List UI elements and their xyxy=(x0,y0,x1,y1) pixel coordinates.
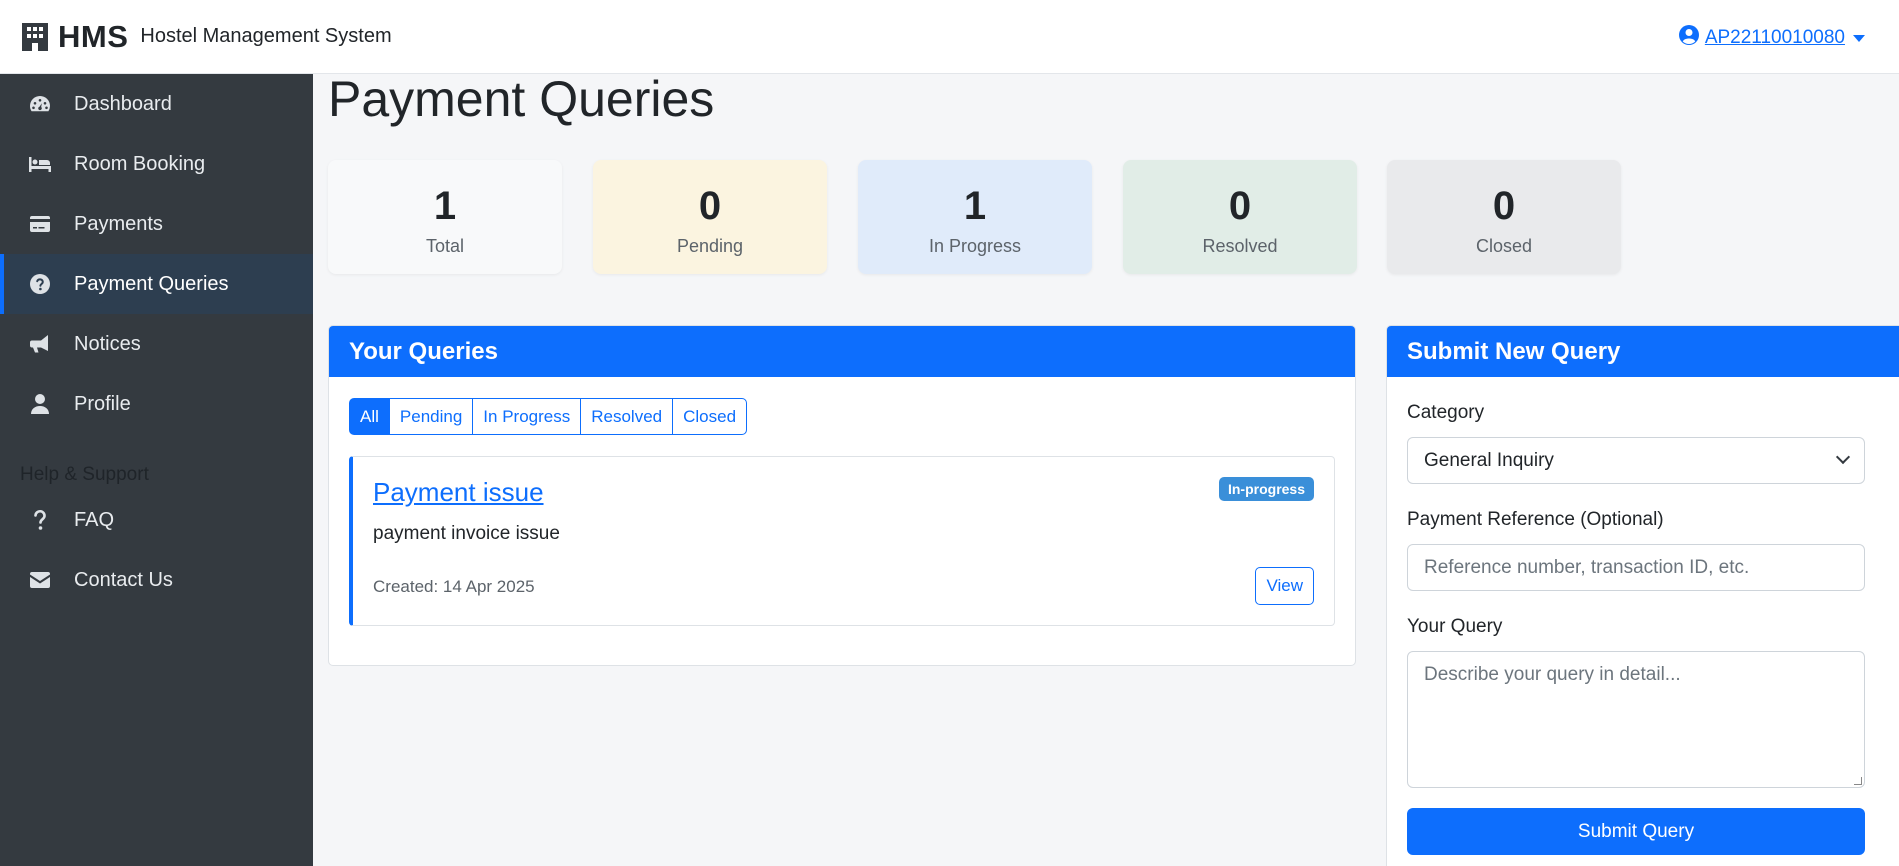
question-icon xyxy=(28,508,52,532)
sidebar-section-title: Help & Support xyxy=(20,464,149,485)
brand[interactable]: HMS Hostel Management System xyxy=(20,19,392,55)
stat-card-total: 1 Total xyxy=(328,160,562,274)
query-description: payment invoice issue xyxy=(373,523,560,544)
sidebar-item-label: Payment Queries xyxy=(74,272,229,295)
stat-label: In Progress xyxy=(928,236,1022,256)
filter-in-progress[interactable]: In Progress xyxy=(472,398,582,435)
sidebar-item-label: Payments xyxy=(74,212,163,235)
filter-pending[interactable]: Pending xyxy=(388,398,474,435)
credit-card-icon xyxy=(28,212,52,236)
question-circle-icon xyxy=(28,272,52,296)
top-navbar: HMS Hostel Management System AP221100100… xyxy=(0,0,1899,74)
your-queries-card: Your Queries All Pending In Progress Res… xyxy=(328,325,1356,666)
card-header: Submit New Query xyxy=(1387,326,1899,377)
query-textarea[interactable]: Describe your query in detail... xyxy=(1407,651,1865,788)
envelope-icon xyxy=(28,568,52,592)
sidebar-item-label: Room Booking xyxy=(74,152,206,175)
sidebar-item-room-booking[interactable]: Room Booking xyxy=(0,134,313,194)
sidebar-item-notices[interactable]: Notices xyxy=(0,314,313,374)
category-select[interactable]: General Inquiry xyxy=(1407,437,1865,484)
sidebar: Dashboard Room Booking Payments Payment … xyxy=(0,74,313,866)
user-circle-icon xyxy=(1678,25,1699,51)
filter-all[interactable]: All xyxy=(349,398,390,435)
stat-value: 1 xyxy=(963,184,987,228)
payment-reference-input[interactable]: Reference number, transaction ID, etc. xyxy=(1407,544,1865,591)
query-filter-group: All Pending In Progress Resolved Closed xyxy=(349,398,748,435)
megaphone-icon xyxy=(28,332,52,356)
query-created-date: Created: 14 Apr 2025 xyxy=(373,577,535,596)
filter-closed[interactable]: Closed xyxy=(672,398,748,435)
stat-card-resolved: 0 Resolved xyxy=(1123,160,1357,274)
sidebar-item-profile[interactable]: Profile xyxy=(0,374,313,434)
sidebar-item-label: Notices xyxy=(74,332,141,355)
stat-card-closed: 0 Closed xyxy=(1387,160,1621,274)
sidebar-item-payment-queries[interactable]: Payment Queries xyxy=(0,254,313,314)
category-selected-value: General Inquiry xyxy=(1424,449,1554,471)
status-badge: In-progress xyxy=(1218,477,1314,501)
stat-value: 0 xyxy=(1492,184,1516,228)
stat-value: 1 xyxy=(433,184,457,228)
chevron-down-icon xyxy=(1835,449,1851,465)
sidebar-item-payments[interactable]: Payments xyxy=(0,194,313,254)
category-label: Category xyxy=(1407,402,1485,423)
sidebar-item-faq[interactable]: FAQ xyxy=(0,490,313,550)
sidebar-item-dashboard[interactable]: Dashboard xyxy=(0,74,313,134)
bed-icon xyxy=(28,152,52,176)
sidebar-item-label: Dashboard xyxy=(74,92,172,115)
stat-value: 0 xyxy=(698,184,722,228)
sidebar-item-label: Profile xyxy=(74,392,131,415)
query-title-link[interactable]: Payment issue xyxy=(373,477,544,508)
your-query-label: Your Query xyxy=(1407,616,1503,637)
submit-query-card: Submit New Query Category General Inquir… xyxy=(1386,325,1899,866)
stat-card-pending: 0 Pending xyxy=(593,160,827,274)
payment-reference-label: Payment Reference (Optional) xyxy=(1407,509,1664,530)
filter-resolved[interactable]: Resolved xyxy=(580,398,674,435)
user-id[interactable]: AP22110010080 xyxy=(1705,27,1845,49)
stat-card-in-progress: 1 In Progress xyxy=(858,160,1092,274)
building-icon xyxy=(20,21,50,53)
chevron-down-icon[interactable] xyxy=(1853,34,1865,42)
sidebar-item-label: FAQ xyxy=(74,508,115,531)
stat-label: Closed xyxy=(1475,236,1533,256)
resize-handle-icon[interactable] xyxy=(1854,777,1862,785)
stat-label: Resolved xyxy=(1202,236,1278,256)
card-header: Your Queries xyxy=(329,326,1355,377)
stat-label: Pending xyxy=(676,236,744,256)
submit-query-button[interactable]: Submit Query xyxy=(1407,808,1865,855)
stat-value: 0 xyxy=(1228,184,1252,228)
query-placeholder: Describe your query in detail... xyxy=(1424,664,1681,685)
view-query-button[interactable]: View xyxy=(1255,567,1314,605)
query-list-item: Payment issue In-progress payment invoic… xyxy=(349,456,1335,626)
brand-full-name: Hostel Management System xyxy=(140,25,392,47)
user-menu-dropdown[interactable]: AP22110010080 xyxy=(1678,25,1865,51)
dashboard-icon xyxy=(28,92,52,116)
main-content: Payment Queries 1 Total 0 Pending 1 In P… xyxy=(313,71,1899,866)
page-title: Payment Queries xyxy=(328,71,715,127)
user-icon xyxy=(28,392,52,416)
brand-short-name: HMS xyxy=(58,18,129,54)
sidebar-item-label: Contact Us xyxy=(74,568,173,591)
sidebar-item-contact-us[interactable]: Contact Us xyxy=(0,550,313,610)
stat-label: Total xyxy=(425,236,465,256)
